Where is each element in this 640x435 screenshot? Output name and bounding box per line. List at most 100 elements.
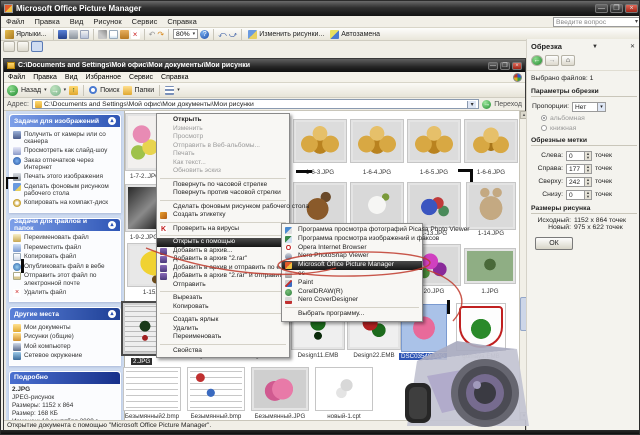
- ctx-as-text[interactable]: Как текст...: [157, 159, 289, 168]
- portrait-radio[interactable]: [541, 125, 547, 131]
- place-my-documents[interactable]: Мои документы: [13, 324, 118, 332]
- thumbnail[interactable]: [464, 248, 516, 284]
- pane-forward-icon[interactable]: →: [545, 55, 559, 66]
- back-label[interactable]: Назад: [21, 87, 41, 94]
- paste-icon[interactable]: [120, 30, 129, 39]
- file-label[interactable]: 1-6-4.JPG: [350, 169, 404, 176]
- ctx-edit[interactable]: Изменить: [157, 125, 289, 134]
- ctx-copy[interactable]: Копировать: [157, 303, 289, 312]
- details-header[interactable]: Подробно: [10, 372, 120, 384]
- task-print-picture[interactable]: Печать этого изображения: [13, 173, 118, 181]
- up-folder-icon[interactable]: ↑: [69, 86, 78, 95]
- spinner-arrows-icon[interactable]: ▲▼: [584, 152, 591, 160]
- shortcuts-button[interactable]: Ярлыки...: [3, 29, 49, 40]
- copy-icon[interactable]: [109, 30, 118, 39]
- thumbnail[interactable]: [251, 367, 309, 411]
- picture-tasks-header[interactable]: Задачи для изображений ▴: [10, 115, 120, 127]
- ctx-send-web-albums[interactable]: Отправить в Веб-альбомы...: [157, 142, 289, 151]
- ctx-open[interactable]: Открыть: [157, 116, 289, 125]
- openwith-image-fax-viewer[interactable]: Программа просмотра изображений и факсов: [282, 235, 422, 244]
- crop-mark[interactable]: [470, 169, 473, 182]
- single-view-button[interactable]: [31, 41, 43, 52]
- task-move-file[interactable]: Переместить файл: [13, 244, 118, 252]
- openwith-nero-cover[interactable]: Nero CoverDesigner: [282, 296, 422, 305]
- edit-pictures-button[interactable]: Изменить рисунки...: [246, 29, 326, 40]
- help-icon[interactable]: ?: [200, 30, 209, 39]
- place-network[interactable]: Сетевое окружение: [13, 352, 118, 360]
- openwith-coreldraw[interactable]: CorelDRAW(R): [282, 288, 422, 297]
- go-icon[interactable]: →: [482, 100, 491, 109]
- back-button[interactable]: ←: [7, 85, 18, 96]
- thumbnail[interactable]: [350, 119, 404, 163]
- menu-favorites[interactable]: Избранное: [82, 74, 125, 81]
- thumbnail-view-button[interactable]: [3, 41, 15, 52]
- other-places-header[interactable]: Другие места ▴: [10, 308, 120, 320]
- task-delete-file[interactable]: ×Удалить файл: [13, 289, 118, 297]
- file-label[interactable]: 1.JPG: [464, 288, 516, 295]
- ctx-scan-viruses[interactable]: KПроверить на вирусы: [157, 225, 289, 234]
- thumbnail[interactable]: [293, 119, 347, 163]
- crop-mark[interactable]: [296, 170, 312, 173]
- ctx-print[interactable]: Печать: [157, 150, 289, 159]
- ctx-open-with[interactable]: Открыть с помощью▸: [157, 238, 289, 247]
- rotate-left-icon[interactable]: ⤺: [218, 30, 227, 39]
- ctx-delete[interactable]: Удалить: [157, 325, 289, 334]
- place-my-computer[interactable]: Мой компьютер: [13, 343, 118, 351]
- thumbnail[interactable]: [315, 367, 373, 411]
- chevron-down-icon[interactable]: ▾: [64, 87, 67, 93]
- search-icon[interactable]: [89, 86, 97, 94]
- cut-icon[interactable]: [98, 30, 107, 39]
- search-label[interactable]: Поиск: [100, 87, 119, 94]
- mail-icon[interactable]: [80, 30, 89, 39]
- top-spinner[interactable]: 242▲▼: [566, 177, 592, 187]
- place-shared-pictures[interactable]: Рисунки (общие): [13, 333, 118, 341]
- pane-back-icon[interactable]: ←: [531, 55, 543, 66]
- filmstrip-view-button[interactable]: [17, 41, 29, 52]
- openwith-picasa[interactable]: Программа просмотра фотографий Picasa Ph…: [282, 226, 422, 235]
- task-copy-file[interactable]: Копировать файл: [13, 253, 118, 261]
- rotate-right-icon[interactable]: ⤻: [229, 30, 238, 39]
- menu-file[interactable]: Файл: [1, 17, 29, 26]
- spinner-arrows-icon[interactable]: ▲▼: [584, 165, 591, 173]
- ctx-send-to[interactable]: Отправить▸: [157, 281, 289, 290]
- file-label[interactable]: 1-6-5.JPG: [407, 169, 461, 176]
- ctx-refresh-thumbnail[interactable]: Обновить эскиз: [157, 167, 289, 176]
- file-label[interactable]: Безымянный2.bmp: [123, 413, 181, 420]
- menu-help[interactable]: Справка: [157, 74, 192, 81]
- ctx-add-to-archive-named[interactable]: Добавить в архив "2.rar": [157, 255, 289, 264]
- address-input[interactable]: C:\Documents and Settings\Мой офис\Мои д…: [32, 99, 479, 109]
- ok-button[interactable]: ОК: [535, 237, 573, 250]
- openwith-es[interactable]: es: [282, 270, 422, 279]
- restore-button[interactable]: ❐: [610, 4, 623, 13]
- folders-label[interactable]: Папки: [135, 87, 155, 94]
- task-rename-file[interactable]: Переименовать файл: [13, 234, 118, 242]
- openwith-paint[interactable]: Paint: [282, 279, 422, 288]
- minimize-button[interactable]: —: [488, 62, 498, 70]
- views-icon[interactable]: [165, 86, 174, 95]
- close-pane-icon[interactable]: ✕: [628, 43, 637, 50]
- menu-help[interactable]: Справка: [162, 17, 201, 26]
- menu-view[interactable]: Вид: [61, 74, 82, 81]
- openwith-nero-photosnap[interactable]: Nero PhotoSnap Viewer: [282, 252, 422, 261]
- ctx-properties[interactable]: Свойства: [157, 347, 289, 356]
- close-button[interactable]: ×: [625, 4, 638, 13]
- redo-icon[interactable]: ↷: [157, 30, 164, 39]
- crop-mark[interactable]: [447, 300, 450, 314]
- task-order-prints[interactable]: Заказ отпечатков через Интернет: [13, 157, 118, 172]
- restore-button[interactable]: ❐: [500, 62, 510, 70]
- proportions-select[interactable]: Нет ▾: [572, 102, 606, 112]
- ctx-create-shortcut[interactable]: Создать ярлык: [157, 316, 289, 325]
- openwith-opera[interactable]: OOpera Internet Browser: [282, 244, 422, 253]
- ctx-rotate-cw[interactable]: Повернуть по часовой стрелке: [157, 181, 289, 190]
- ctx-set-wallpaper[interactable]: Сделать фоновым рисунком рабочего стола: [157, 203, 289, 212]
- spinner-arrows-icon[interactable]: ▲▼: [584, 191, 591, 199]
- crop-mark[interactable]: [6, 177, 8, 189]
- menu-edit[interactable]: Правка: [29, 74, 61, 81]
- right-spinner[interactable]: 177▲▼: [566, 164, 592, 174]
- thumbnail[interactable]: [123, 367, 181, 411]
- ask-question-box[interactable]: Введите вопрос ▾: [553, 17, 640, 27]
- menu-file[interactable]: Файл: [4, 74, 29, 81]
- file-label[interactable]: 1-14.JPG: [466, 230, 516, 237]
- menu-tools[interactable]: Сервис: [125, 74, 157, 81]
- menu-edit[interactable]: Правка: [29, 17, 64, 26]
